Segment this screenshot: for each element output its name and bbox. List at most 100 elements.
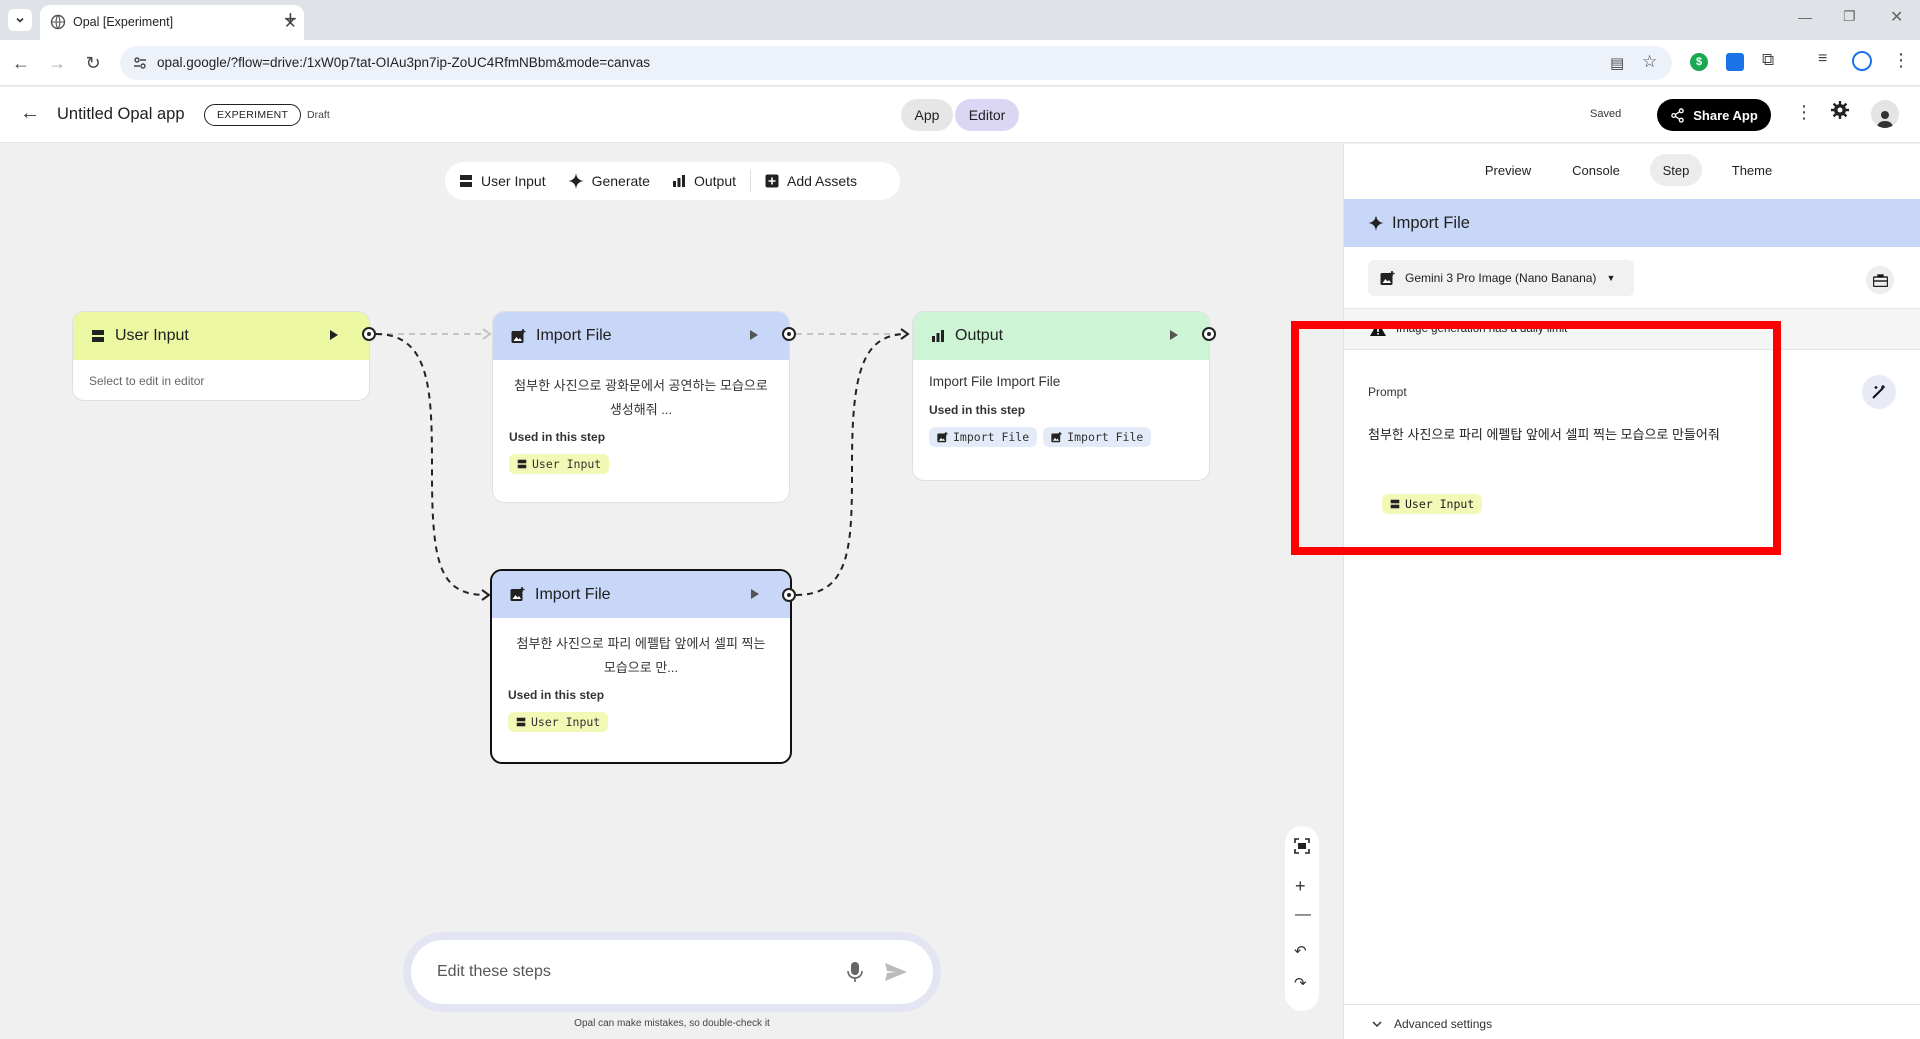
node-user-input-header[interactable]: User Input [73, 312, 369, 360]
zoom-controls: + — ↶ ↷ [1285, 826, 1319, 1011]
url-text[interactable]: opal.google/?flow=drive:/1xW0p7tat-OIAu3… [157, 55, 650, 70]
chevron-down-icon [1372, 1021, 1382, 1028]
node-output-header[interactable]: Output [913, 312, 1209, 360]
globe-icon [50, 14, 66, 30]
extensions-puzzle-icon[interactable]: ⧉ [1762, 50, 1774, 70]
user-input-icon [92, 330, 104, 342]
divider [1344, 1004, 1920, 1005]
address-bar[interactable]: opal.google/?flow=drive:/1xW0p7tat-OIAu3… [120, 46, 1672, 80]
zoom-out-icon[interactable]: — [1295, 906, 1311, 924]
forward-icon[interactable]: → [46, 52, 68, 74]
browser-tab-strip: Opal [Experiment] ✕ + — ❐ ✕ [0, 0, 1920, 40]
node-import-file-2-header[interactable]: Import File [492, 571, 790, 618]
disclaimer-text: Opal can make mistakes, so double-check … [574, 1018, 770, 1029]
advanced-settings-toggle[interactable]: Advanced settings [1372, 1009, 1492, 1039]
share-icon [1671, 107, 1685, 123]
close-window-icon[interactable]: ✕ [1890, 7, 1903, 27]
bar-chart-icon [932, 330, 944, 342]
sparkle-icon [1368, 215, 1384, 231]
run-play-icon[interactable] [750, 589, 760, 599]
back-arrow-icon[interactable]: ← [20, 102, 40, 125]
new-tab-icon[interactable]: + [284, 6, 297, 32]
mode-editor-button[interactable]: Editor [955, 99, 1019, 131]
node-body: Import File Import File Used in this ste… [913, 360, 1209, 461]
node-prompt-preview: 첨부한 사진으로 파리 에펠탑 앞에서 셀피 찍는 모습으로 만... [516, 636, 766, 675]
step-title-bar: Import File [1344, 199, 1920, 247]
chip-label: Import File [1067, 430, 1144, 444]
node-user-input[interactable]: User Input Select to edit in editor [72, 311, 370, 401]
arrowhead-import2 [481, 589, 491, 601]
connector-userinput-import2 [375, 333, 485, 596]
experiment-badge: EXPERIMENT [204, 104, 302, 126]
node-import-file-1-header[interactable]: Import File [493, 312, 789, 360]
node-import-file-2[interactable]: Import File 첨부한 사진으로 파리 에펠탑 앞에서 셀피 찍는 모습… [490, 569, 792, 764]
back-icon[interactable]: ← [10, 52, 32, 74]
output-port[interactable] [362, 327, 376, 341]
output-port[interactable] [782, 588, 796, 602]
clipboard-icon[interactable]: ▤ [1610, 54, 1624, 72]
edit-steps-input-wrap[interactable]: Edit these steps [411, 940, 933, 1004]
bookmark-star-icon[interactable]: ☆ [1642, 52, 1657, 72]
node-import-file-1[interactable]: Import File 첨부한 사진으로 광화문에서 공연하는 모습으로 생성해… [492, 311, 790, 503]
chip-row: Import File Import File [929, 427, 1193, 447]
highlight-box [1291, 321, 1781, 555]
used-in-step-label: Used in this step [508, 688, 605, 702]
advanced-settings-label: Advanced settings [1394, 1017, 1493, 1031]
mode-app-button[interactable]: App [901, 99, 953, 131]
tab-search-icon[interactable] [8, 9, 32, 31]
flow-canvas[interactable]: User Input Generate Output Add Assets Us… [0, 144, 1343, 1039]
arrowhead-output [900, 328, 910, 340]
app-title[interactable]: Untitled Opal app [57, 105, 185, 124]
site-settings-icon[interactable] [132, 55, 148, 71]
microphone-icon[interactable] [847, 961, 863, 983]
extension-dollar-icon[interactable]: $ [1690, 53, 1708, 71]
edit-steps-input[interactable]: Edit these steps [437, 963, 847, 981]
zoom-in-icon[interactable]: + [1295, 876, 1306, 897]
profile-icon[interactable] [1852, 51, 1872, 71]
node-hint: Select to edit in editor [89, 374, 205, 388]
redo-icon[interactable]: ↷ [1294, 974, 1307, 992]
user-avatar[interactable] [1871, 100, 1899, 128]
run-play-icon[interactable] [749, 330, 759, 340]
media-queue-icon[interactable]: ≡ [1818, 50, 1827, 68]
app-header: ← Untitled Opal app EXPERIMENT Draft App… [0, 87, 1920, 143]
tab-console[interactable]: Console [1556, 154, 1636, 186]
edit-steps-chat: Edit these steps [403, 932, 941, 1012]
tab-step[interactable]: Step [1650, 154, 1702, 186]
browser-menu-icon[interactable]: ⋮ [1892, 50, 1910, 71]
restore-icon[interactable]: ❐ [1843, 8, 1856, 25]
user-input-icon [517, 459, 527, 469]
undo-icon[interactable]: ↶ [1294, 942, 1307, 960]
chip-label: User Input [532, 457, 602, 471]
right-panel: Preview Console Step Theme Import File G… [1343, 144, 1920, 1039]
run-play-icon[interactable] [329, 330, 339, 340]
fit-view-icon[interactable] [1294, 838, 1310, 854]
node-title: User Input [115, 327, 189, 344]
tab-theme[interactable]: Theme [1716, 154, 1788, 186]
reload-icon[interactable]: ↻ [82, 52, 104, 74]
image-add-icon [510, 587, 525, 601]
minimize-icon[interactable]: — [1798, 9, 1812, 25]
toolbox-icon[interactable] [1866, 266, 1894, 294]
settings-gear-icon[interactable] [1830, 100, 1850, 120]
output-port[interactable] [782, 327, 796, 341]
more-menu-icon[interactable]: ⋮ [1795, 102, 1813, 123]
user-input-chip[interactable]: User Input [508, 712, 609, 732]
share-app-label: Share App [1693, 107, 1758, 123]
extension-calendar-icon[interactable] [1726, 53, 1744, 71]
import-file-chip[interactable]: Import File [1043, 427, 1152, 447]
output-port[interactable] [1202, 327, 1216, 341]
tab-preview[interactable]: Preview [1468, 154, 1548, 186]
import-file-chip[interactable]: Import File [929, 427, 1038, 447]
node-output[interactable]: Output Import File Import File Used in t… [912, 311, 1210, 481]
image-add-icon [937, 431, 948, 442]
share-app-button[interactable]: Share App [1657, 99, 1771, 131]
user-input-icon [516, 717, 526, 727]
magic-wand-icon[interactable] [1862, 375, 1896, 409]
user-input-chip[interactable]: User Input [509, 454, 610, 474]
browser-tab[interactable]: Opal [Experiment] ✕ [40, 5, 304, 40]
model-selector[interactable]: Gemini 3 Pro Image (Nano Banana) ▼ [1368, 260, 1634, 296]
image-add-icon [1380, 270, 1395, 285]
run-play-icon[interactable] [1169, 330, 1179, 340]
send-icon[interactable] [885, 963, 907, 981]
